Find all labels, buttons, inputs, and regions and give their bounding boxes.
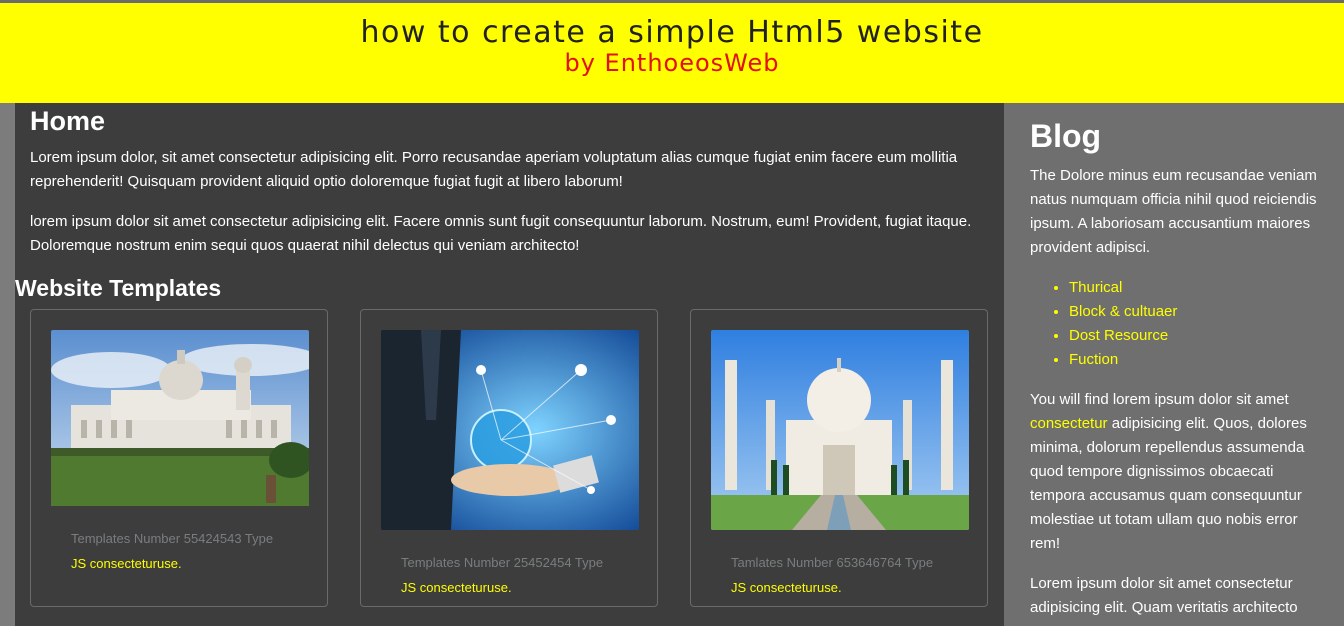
home-heading: Home <box>30 106 106 136</box>
template-link[interactable]: JS consecteturuse. <box>401 580 512 595</box>
template-card: Templates Number 25452454 Type JS consec… <box>360 309 658 607</box>
blog-link-fuction[interactable]: Fuction <box>1069 348 1177 372</box>
templates-heading: Website Templates <box>15 275 222 301</box>
blog-link-block-cultuaer[interactable]: Block & cultuaer <box>1069 300 1177 324</box>
palace-photo[interactable] <box>51 330 309 506</box>
blog-heading: Blog <box>1030 118 1102 154</box>
blog-paragraph-2-start: You will find lorem ipsum dolor sit amet <box>1030 391 1289 408</box>
blog-paragraph-3: Lorem ipsum dolor sit amet consectetur a… <box>1030 575 1298 616</box>
template-number: Templates Number 55424543 Type <box>71 531 274 546</box>
blog-sidebar: Blog The Dolore minus eum recusandae ven… <box>1004 103 1344 626</box>
blog-link-dost-resource[interactable]: Dost Resource <box>1069 324 1177 348</box>
blog-intro: The Dolore minus eum recusandae veniam n… <box>1030 167 1317 256</box>
main-content: Home Lorem ipsum dolor, sit amet consect… <box>15 103 1004 626</box>
intro-paragraph-1: Lorem ipsum dolor, sit amet consectetur … <box>30 149 958 190</box>
template-number: Tamlates Number 653646764 Type <box>731 555 934 570</box>
business-tech-photo[interactable] <box>381 330 639 530</box>
intro-paragraph-2: lorem ipsum dolor sit amet consectetur a… <box>30 213 972 254</box>
template-card: Templates Number 55424543 Type JS consec… <box>30 309 328 607</box>
template-card: Tamlates Number 653646764 Type JS consec… <box>690 309 988 607</box>
taj-mahal-photo[interactable] <box>711 330 969 530</box>
blog-paragraph-2-end: adipisicing elit. Quos, dolores minima, … <box>1030 415 1307 552</box>
site-subtitle: by EnthoeosWeb <box>564 49 780 77</box>
template-link[interactable]: JS consecteturuse. <box>731 580 842 595</box>
consectetur-link[interactable]: consectetur <box>1030 415 1108 432</box>
blog-link-thurical[interactable]: Thurical <box>1069 276 1177 300</box>
blog-link-list: Thurical Block & cultuaer Dost Resource … <box>1030 276 1177 372</box>
template-number: Templates Number 25452454 Type <box>401 555 604 570</box>
site-title: how to create a simple Html5 website <box>360 15 984 50</box>
template-link[interactable]: JS consecteturuse. <box>71 556 182 571</box>
blog-paragraph-2: You will find lorem ipsum dolor sit amet… <box>1030 388 1330 556</box>
left-margin-strip <box>0 103 15 626</box>
site-header: how to create a simple Html5 website by … <box>0 3 1344 103</box>
